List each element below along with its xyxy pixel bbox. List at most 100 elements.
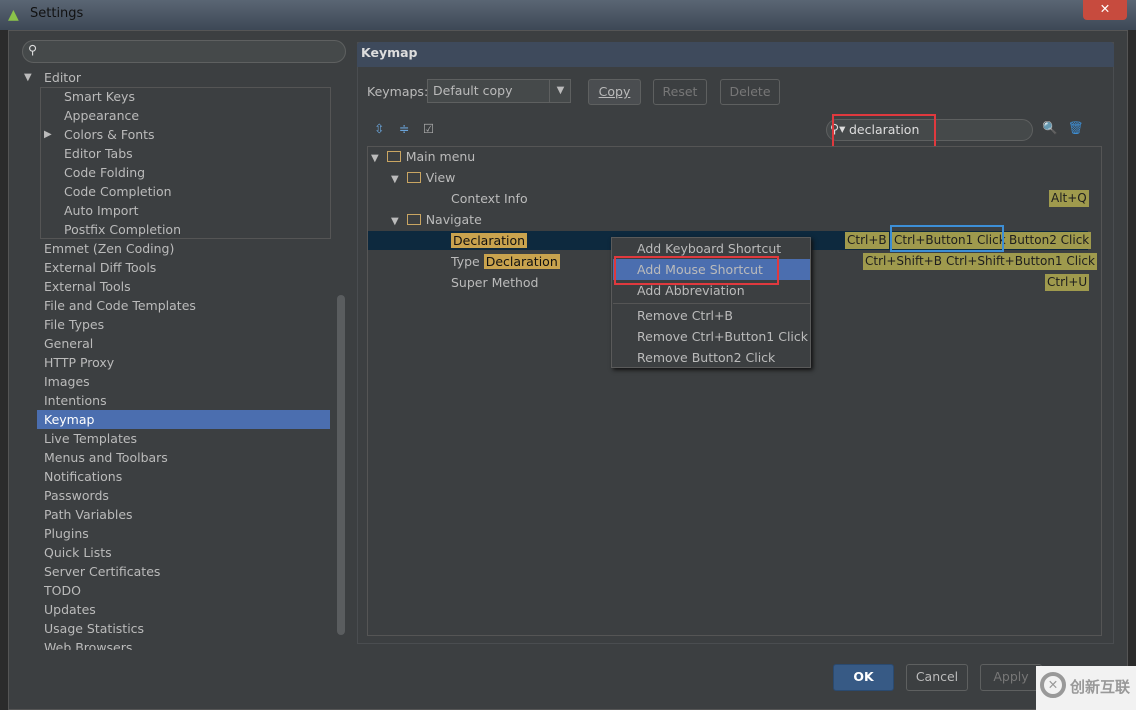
sidebar-item-http-proxy[interactable]: HTTP Proxy [24,353,324,372]
find-by-shortcut-icon[interactable]: 🔍 [1042,120,1058,136]
menu-item-remove-ctrl-button1[interactable]: Remove Ctrl+Button1 Click [613,326,810,347]
sidebar-item-editor-tabs[interactable]: Editor Tabs [24,144,324,163]
keymap-select[interactable]: Default copy ▼ [427,79,571,103]
sidebar-item-auto-import[interactable]: Auto Import [24,201,324,220]
collapse-all-icon[interactable]: ≑ [399,121,409,136]
sidebar-item-label: Usage Statistics [44,621,145,636]
sidebar-item-label: File and Code Templates [44,298,196,313]
search-icon: ⚲ [28,42,38,57]
tree-node-type-declaration[interactable]: Type Declaration [451,252,560,271]
folder-icon [406,214,421,225]
sidebar-item-label: Live Templates [44,431,138,446]
sidebar-item-label: Updates [44,602,96,617]
sidebar-item-label: Code Folding [64,165,146,180]
sidebar-item-images[interactable]: Images [24,372,324,391]
title-bar: ▲ Settings ✕ [0,0,1136,30]
sidebar-item-file-types[interactable]: File Types [24,315,324,334]
chevron-down-icon: ▼ [549,80,571,102]
sidebar-item-colors-fonts[interactable]: ▶ Colors & Fonts [24,125,324,144]
ok-button[interactable]: OK [833,664,894,691]
tree-node-declaration[interactable]: Declaration [451,231,528,250]
tree-node-main-menu[interactable]: ▼ Main menu [371,147,475,166]
highlight-box [832,114,936,148]
reset-button[interactable]: Reset [653,79,707,105]
sidebar-item-label: External Diff Tools [44,260,157,275]
sidebar-search-input[interactable]: ⚲ [22,40,346,63]
shortcut-badge: Ctrl+B [845,232,889,249]
edit-shortcuts-icon[interactable]: ☑ [423,121,434,136]
tree-node-navigate[interactable]: ▼ Navigate [391,210,482,229]
sidebar-item-intentions[interactable]: Intentions [24,391,324,410]
delete-button[interactable]: Delete [720,79,780,105]
sidebar-item-label: Emmet (Zen Coding) [44,241,175,256]
page-title: Keymap [357,42,1114,67]
sidebar-item-label: Code Completion [64,184,172,199]
sidebar-item-keymap[interactable]: Keymap [37,410,330,429]
sidebar-item-file-and-code-templates[interactable]: File and Code Templates [24,296,324,315]
sidebar-item-label: Server Certificates [44,564,161,579]
sidebar-item-server-certificates[interactable]: Server Certificates [24,562,324,581]
sidebar-item-appearance[interactable]: Appearance [24,106,324,125]
tree-node-super-method[interactable]: Super Method [451,273,538,292]
chevron-right-icon[interactable]: ▶ [44,125,52,144]
sidebar-item-editor[interactable]: ▼ Editor [24,68,324,87]
sidebar-item-passwords[interactable]: Passwords [24,486,324,505]
sidebar-item-label: Notifications [44,469,123,484]
tree-node-context-info[interactable]: Context Info [451,189,528,208]
tree-node-view[interactable]: ▼ View [391,168,455,187]
apply-button[interactable]: Apply [980,664,1042,691]
sidebar-item-usage-statistics[interactable]: Usage Statistics [24,619,324,638]
keymap-tree: ▼ Main menu ▼ View Context Info ▼ Navigate … [367,146,1102,636]
sidebar-item-label: Menus and Toolbars [44,450,168,465]
sidebar-item-plugins[interactable]: Plugins [24,524,324,543]
sidebar-item-notifications[interactable]: Notifications [24,467,324,486]
sidebar-item-web-browsers[interactable]: Web Browsers [24,638,324,650]
close-button[interactable]: ✕ [1083,0,1127,20]
chevron-down-icon[interactable]: ▼ [24,68,32,87]
sidebar-item-live-templates[interactable]: Live Templates [24,429,324,448]
shortcut-badge: Ctrl+Shift+Button1 Click [944,253,1097,270]
sidebar-item-label: General [44,336,94,351]
sidebar-item-label: Plugins [44,526,89,541]
sidebar-item-general[interactable]: General [24,334,324,353]
sidebar-item-label: Intentions [44,393,107,408]
sidebar-item-label: HTTP Proxy [44,355,115,370]
sidebar-item-smart-keys[interactable]: Smart Keys [24,87,324,106]
sidebar-item-postfix-completion[interactable]: Postfix Completion [24,220,324,239]
sidebar-item-label: Appearance [64,108,140,123]
sidebar-item-label: Editor [44,70,81,85]
window-title: Settings [30,6,84,21]
sidebar-item-code-completion[interactable]: Code Completion [24,182,324,201]
sidebar-item-path-variables[interactable]: Path Variables [24,505,324,524]
highlight-box [614,256,779,285]
sidebar-item-label: Editor Tabs [64,146,133,161]
expand-all-icon[interactable]: ⇳ [374,121,384,136]
copy-button[interactable]: Copy [588,79,641,105]
shortcut-badge: Ctrl+Shift+B [863,253,944,270]
menu-item-remove-button2[interactable]: Remove Button2 Click [613,347,810,368]
sidebar-item-label: File Types [44,317,105,332]
sidebar-item-quick-lists[interactable]: Quick Lists [24,543,324,562]
sidebar-item-label: Auto Import [64,203,139,218]
sidebar-item-label: Smart Keys [64,89,135,104]
sidebar-scrollbar[interactable] [337,295,345,635]
sidebar-item-label: Passwords [44,488,109,503]
sidebar-item-external-tools[interactable]: External Tools [24,277,324,296]
cancel-button[interactable]: Cancel [906,664,968,691]
sidebar-item-label: Path Variables [44,507,133,522]
shortcut-badge: Alt+Q [1049,190,1089,207]
focus-box [890,225,1004,252]
sidebar-item-emmet-zen-coding-[interactable]: Emmet (Zen Coding) [24,239,324,258]
shortcut-badge: Ctrl+U [1045,274,1090,291]
sidebar-item-menus-and-toolbars[interactable]: Menus and Toolbars [24,448,324,467]
sidebar-item-code-folding[interactable]: Code Folding [24,163,324,182]
android-studio-icon: ▲ [8,7,19,23]
sidebar-item-external-diff-tools[interactable]: External Diff Tools [24,258,324,277]
watermark-logo: ✕ 创新互联 [1036,666,1136,710]
menu-item-remove-ctrl-b[interactable]: Remove Ctrl+B [613,305,810,326]
sidebar-item-label: TODO [44,583,81,598]
sidebar-item-todo[interactable]: TODO [24,581,324,600]
sidebar-item-updates[interactable]: Updates [24,600,324,619]
folder-icon [386,151,401,162]
trash-icon[interactable]: 🗑 [1068,120,1084,136]
